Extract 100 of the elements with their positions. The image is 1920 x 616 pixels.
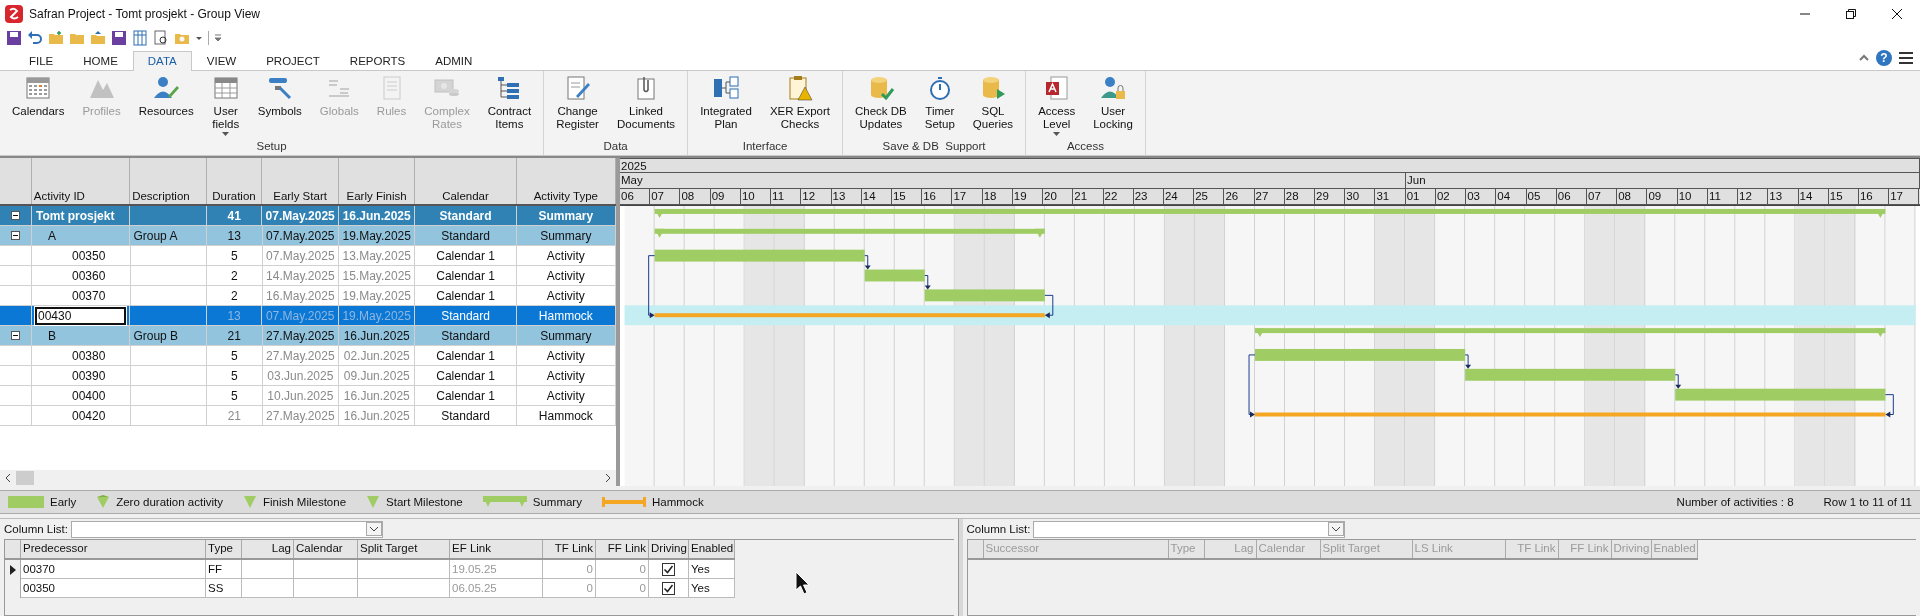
ribbon-tab[interactable]: DATA (132, 51, 192, 71)
collapse-toggle[interactable] (11, 231, 20, 240)
checkbox[interactable] (662, 581, 675, 595)
ribbon-tab[interactable]: HOME (68, 51, 133, 71)
print-preview-icon[interactable] (153, 30, 169, 46)
column-header[interactable]: EF Link (450, 540, 543, 558)
ribbon-tab[interactable]: REPORTS (334, 51, 421, 71)
table-row[interactable]: 00350 5 07.May.2025 13.May.2025 Calendar 1 Activity (0, 246, 616, 266)
table-cell: 19.May.2025 (338, 306, 416, 325)
ribbon-button[interactable]: User Locking (1084, 74, 1142, 139)
help-button[interactable]: ? (1876, 50, 1892, 66)
column-list-dropdown[interactable] (1033, 520, 1346, 538)
ribbon-tab[interactable]: PROJECT (251, 51, 335, 71)
table-cell: B (32, 326, 131, 345)
ribbon-button[interactable]: Change Register (547, 74, 608, 139)
column-list-dropdown[interactable] (70, 520, 383, 538)
table-cell: 19.May.2025 (338, 226, 416, 245)
column-list-label: Column List: (4, 523, 68, 535)
day-header: 13 (831, 189, 862, 204)
ribbon-tab[interactable]: VIEW (191, 51, 252, 71)
menu-icon[interactable] (1898, 51, 1914, 65)
dependency-arrow[interactable] (1884, 394, 1894, 418)
column-header[interactable]: Duration (206, 158, 263, 204)
undo-icon[interactable] (27, 30, 43, 46)
dependency-arrow[interactable] (1464, 354, 1472, 369)
day-header: 20 (1043, 189, 1074, 204)
table-cell: 10.Jun.2025 (262, 386, 340, 405)
ribbon-button[interactable]: Linked Documents (607, 74, 685, 139)
table-row[interactable]: 00380 5 27.May.2025 02.Jun.2025 Calendar 1 Activity (0, 346, 616, 366)
day-header: 21 (1073, 189, 1104, 204)
dependency-arrow[interactable] (648, 255, 656, 319)
column-header[interactable]: Early Finish (338, 158, 416, 204)
ribbon-button[interactable]: Calendars (3, 74, 74, 139)
table-row[interactable]: B Group B 21 27.May.2025 16.Jun.2025 Standard Summary (0, 326, 616, 346)
column-header[interactable]: Activity ID (31, 158, 131, 204)
ribbon-tab[interactable]: FILE (14, 51, 69, 71)
day-header: 01 (1405, 189, 1436, 204)
ribbon-button[interactable]: Resources (129, 74, 203, 139)
collapse-toggle[interactable] (11, 211, 20, 220)
ribbon-button[interactable]: Symbols (248, 74, 311, 139)
day-header: 27 (1254, 189, 1285, 204)
column-header[interactable]: Description (130, 158, 207, 204)
ribbon-button[interactable]: Check DB Updates (846, 74, 916, 139)
dependency-arrow[interactable] (864, 255, 871, 270)
column-header[interactable]: Enabled (689, 540, 735, 558)
table-cell: 0 (596, 579, 649, 598)
folder-up-icon[interactable] (90, 30, 106, 46)
column-header[interactable]: Predecessor (21, 540, 206, 558)
ribbon-group-label: Data (602, 139, 629, 154)
day-header: 07 (650, 189, 681, 204)
table-row[interactable]: Tomt prosjekt 41 07.May.2025 16.Jun.2025 Standard Summary (0, 206, 616, 226)
collapse-toggle[interactable] (11, 331, 20, 340)
ribbon-button[interactable]: Integrated Plan (691, 74, 761, 139)
column-header[interactable]: FF Link (596, 540, 649, 558)
table-row[interactable]: 00400 5 10.Jun.2025 16.Jun.2025 Calendar 1 Activity (0, 386, 616, 406)
column-header[interactable]: Driving (649, 540, 689, 558)
person-lock-icon (1099, 74, 1127, 102)
diagram-icon (712, 74, 740, 102)
ribbon-button[interactable]: User fields (202, 74, 249, 139)
table-cell: 2 (207, 286, 263, 305)
hammock-bar-icon (601, 495, 646, 509)
table-cell: 00370 (32, 286, 131, 305)
table-row[interactable]: 00420 21 27.May.2025 16.Jun.2025 Standard Hammock (0, 406, 616, 426)
day-header: 06 (620, 189, 651, 204)
scrollbar-thumb[interactable] (16, 471, 34, 485)
folder-plus-icon[interactable] (48, 30, 64, 46)
dependency-arrow[interactable] (924, 275, 931, 290)
ribbon-button[interactable]: XER Export Checks (760, 74, 839, 139)
day-header: 05 (1526, 189, 1557, 204)
column-header[interactable]: Split Target (358, 540, 450, 558)
dependency-arrow[interactable] (1044, 294, 1054, 319)
table-cell: Yes (689, 579, 735, 598)
ribbon-button[interactable]: Access Level (1029, 74, 1085, 139)
table-row[interactable]: 00430 13 07.May.2025 19.May.2025 Standard Hammock (0, 306, 616, 326)
horizontal-scrollbar[interactable] (0, 470, 616, 486)
column-header[interactable]: Calendar (415, 158, 517, 204)
day-header: 11 (1707, 189, 1739, 204)
column-header[interactable]: Early Start (262, 158, 339, 204)
table-row[interactable]: A Group A 13 07.May.2025 19.May.2025 Standard Summary (0, 226, 616, 246)
grid-icon[interactable] (132, 30, 148, 46)
column-header[interactable]: Lag (242, 540, 294, 558)
ribbon-button[interactable]: SQL Queries (963, 74, 1023, 139)
ribbon-button[interactable]: Contract Items (478, 74, 541, 139)
ribbon-group-label: Access (1065, 139, 1105, 154)
column-header[interactable]: TF Link (543, 540, 596, 558)
checkbox[interactable] (662, 562, 675, 576)
table-cell: Group A (130, 226, 207, 245)
dependency-arrow[interactable] (1248, 354, 1256, 418)
id-input-field[interactable]: 00430 (35, 306, 127, 325)
column-header[interactable]: Calendar (294, 540, 358, 558)
ribbon-tab[interactable]: ADMIN (420, 51, 488, 71)
table-cell: FF (206, 560, 242, 579)
table-cell: Standard (415, 226, 517, 245)
column-header[interactable]: Activity Type (516, 158, 616, 204)
table-row[interactable]: 00360 2 14.May.2025 15.May.2025 Calendar 1 Activity (0, 266, 616, 286)
table-row[interactable]: 00390 5 03.Jun.2025 09.Jun.2025 Calendar 1 Activity (0, 366, 616, 386)
column-header[interactable]: Type (206, 540, 242, 558)
ribbon-button[interactable]: Timer Setup (915, 74, 964, 139)
triangle-down-icon (366, 495, 381, 509)
dependency-arrow[interactable] (1674, 374, 1682, 389)
